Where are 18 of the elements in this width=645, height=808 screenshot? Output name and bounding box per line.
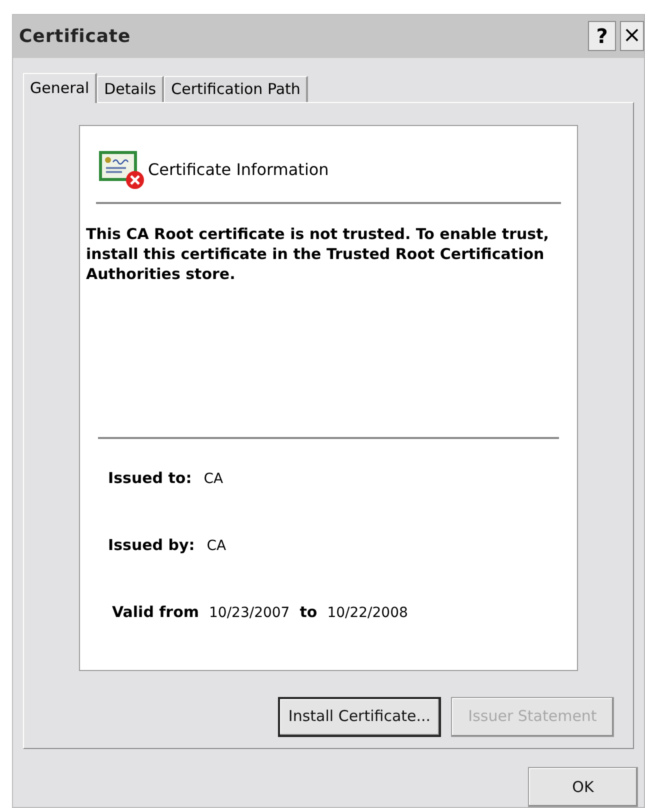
field-value: CA — [204, 470, 224, 489]
close-button[interactable]: × — [620, 21, 644, 52]
help-button[interactable]: ? — [588, 21, 616, 52]
field-label: Valid from — [112, 602, 200, 623]
field-label: Issued to: — [108, 468, 192, 489]
dialog-button[interactable]: OK — [528, 767, 638, 807]
field-label: Issued by: — [108, 534, 195, 556]
tab[interactable]: General — [23, 72, 98, 103]
field-value: 10/23/2007 — [209, 604, 290, 623]
tab[interactable]: Details — [97, 76, 164, 102]
field-value: 10/22/2008 — [327, 604, 408, 623]
field-label: to — [300, 602, 318, 623]
section-heading: Certificate Information — [148, 158, 329, 181]
dialog-button[interactable]: Install Certificate... — [278, 696, 441, 737]
field-value: CA — [206, 536, 226, 556]
trust-message: This CA Root certificate is not trusted. To enable trust, install this certificate in the Trusted Root Certification Authorities store. — [86, 224, 550, 284]
tab[interactable]: Certification Path — [164, 76, 308, 102]
window-title: Certificate — [19, 24, 132, 49]
